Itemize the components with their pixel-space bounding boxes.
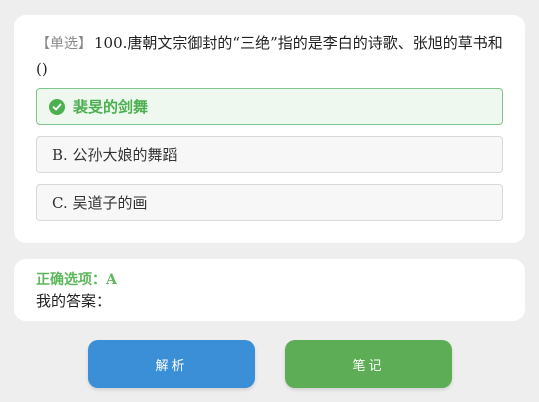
option-a[interactable]: 裴旻的剑舞 xyxy=(36,88,503,125)
correct-option-text: 正确选项：A xyxy=(36,272,117,288)
question-type-tag: 【单选】 xyxy=(36,36,92,52)
analysis-button[interactable]: 解析 xyxy=(88,340,255,388)
option-b-label: B. 公孙大娘的舞蹈 xyxy=(52,146,178,164)
my-answer-text: 我的答案： xyxy=(36,292,112,310)
option-c[interactable]: C. 吴道子的画 xyxy=(36,184,503,221)
option-b[interactable]: B. 公孙大娘的舞蹈 xyxy=(36,136,503,173)
question-text: 100.唐朝文宗御封的“三绝”指的是李白的诗歌、张旭的草书和() xyxy=(36,34,503,78)
check-circle-icon xyxy=(49,98,65,115)
option-a-label: 裴旻的剑舞 xyxy=(73,98,149,116)
question-card: 【单选】 100.唐朝文宗御封的“三绝”指的是李白的诗歌、张旭的草书和() 裴旻的… xyxy=(14,15,525,243)
answer-card: 正确选项：A 我的答案： xyxy=(14,259,525,321)
question-text-block: 【单选】 100.唐朝文宗御封的“三绝”指的是李白的诗歌、张旭的草书和() xyxy=(36,31,506,82)
notes-button[interactable]: 笔记 xyxy=(285,340,452,388)
option-c-label: C. 吴道子的画 xyxy=(52,194,148,212)
